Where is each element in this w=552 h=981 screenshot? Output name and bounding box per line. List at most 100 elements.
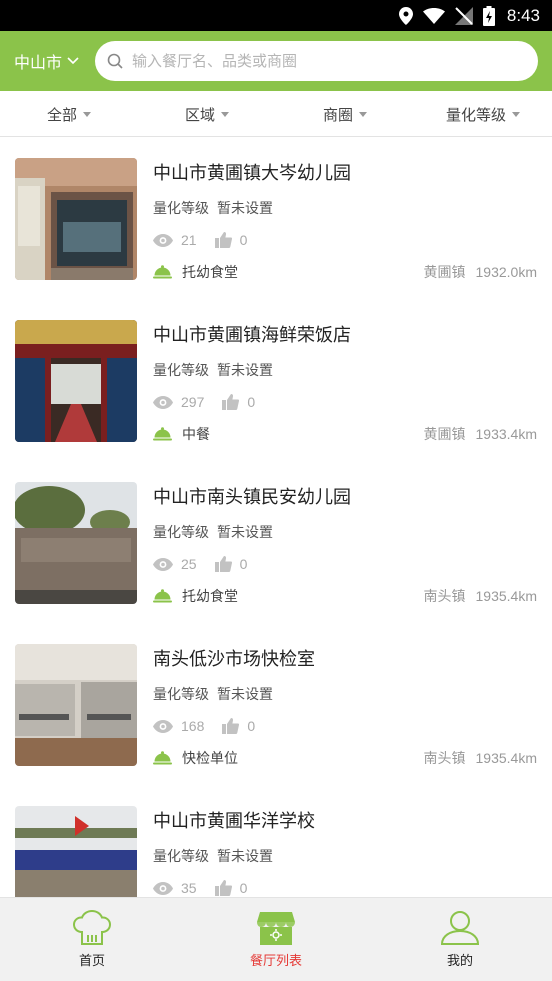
restaurant-photo [15,482,137,604]
grade-row: 量化等级 暂未设置 [153,684,273,704]
grade-value: 暂未设置 [217,201,273,217]
eye-icon [153,557,173,571]
stats-row: 168 0 [153,717,255,735]
category-row: 托幼食堂 [153,262,238,282]
restaurant-photo [15,644,137,766]
tab-label: 我的 [446,954,473,969]
restaurant-photo [15,806,137,897]
category-row: 中餐 [153,424,210,444]
cloche-icon [153,751,172,765]
like-count: 0 [247,718,256,734]
tab-profile[interactable]: 我的 [368,898,552,981]
restaurant-photo [15,320,137,442]
tab-home[interactable]: 首页 [0,898,184,981]
restaurant-name: 中山市黄圃镇大岑幼儿园 [153,163,351,184]
filter-business-district[interactable]: 商圈 [276,91,414,137]
search-input[interactable] [132,52,512,70]
search-icon [107,53,123,69]
grade-value: 暂未设置 [217,687,273,703]
cloche-icon [153,427,172,441]
battery-icon [482,5,495,26]
chevron-down-icon [67,57,79,65]
restaurant-name: 南头低沙市场快检室 [153,649,315,670]
filter-all[interactable]: 全部 [0,91,138,137]
view-count: 35 [181,880,197,896]
eye-icon [153,881,173,895]
restaurant-name: 中山市黄圃华洋学校 [153,811,315,832]
restaurant-item[interactable]: 中山市南头镇民安幼儿园 量化等级 暂未设置 25 0 托幼食堂 南头镇 1935.… [0,462,552,624]
dropdown-caret-icon [221,111,229,117]
grade-row: 量化等级 暂未设置 [153,198,273,218]
distance-label: 1932.0km [475,264,537,280]
view-count: 21 [181,232,197,248]
eye-icon [153,719,173,733]
like-count: 0 [239,556,248,572]
restaurant-list[interactable]: 中山市黄圃镇大岑幼儿园 量化等级 暂未设置 21 0 托幼食堂 黄圃镇 1932.… [0,138,552,897]
filter-label: 区域 [184,105,215,124]
restaurant-item[interactable]: 南头低沙市场快检室 量化等级 暂未设置 168 0 快检单位 南头镇 1935.4… [0,624,552,786]
restaurant-photo [15,158,137,280]
thumbs-up-icon [222,718,240,734]
restaurant-item[interactable]: 中山市黄圃华洋学校 量化等级 暂未设置 35 0 [0,786,552,897]
stats-row: 297 0 [153,393,255,411]
cloche-icon [153,589,172,603]
location-icon [398,6,413,25]
category-label: 快检单位 [182,751,238,767]
thumbs-up-icon [214,880,232,896]
location-info: 黄圃镇 1933.4km [424,424,537,444]
filter-label: 量化等级 [445,105,506,124]
dropdown-caret-icon [512,111,520,117]
wifi-icon [422,7,445,24]
grade-label: 量化等级 [153,687,209,703]
thumbs-up-icon [222,394,240,410]
eye-icon [153,395,173,409]
view-count: 25 [181,556,197,572]
town-label: 黄圃镇 [423,427,466,443]
filter-grade[interactable]: 量化等级 [414,91,552,137]
distance-label: 1935.4km [475,750,537,766]
filter-region[interactable]: 区域 [138,91,276,137]
restaurant-name: 中山市南头镇民安幼儿园 [153,487,351,508]
grade-value: 暂未设置 [217,849,273,865]
like-count: 0 [239,880,248,896]
tab-label: 首页 [78,954,105,969]
tab-restaurant-list[interactable]: 餐厅列表 [184,898,368,981]
distance-label: 1933.4km [475,426,537,442]
category-row: 托幼食堂 [153,586,238,606]
town-label: 南头镇 [423,751,466,767]
eye-icon [153,233,173,247]
grade-label: 量化等级 [153,201,209,217]
filter-bar: 全部 区域 商圈 量化等级 [0,91,552,137]
category-label: 托幼食堂 [182,265,238,281]
grade-label: 量化等级 [153,525,209,541]
thumbs-up-icon [214,232,232,248]
category-label: 托幼食堂 [182,589,238,605]
restaurant-item[interactable]: 中山市黄圃镇海鲜荣饭店 量化等级 暂未设置 297 0 中餐 黄圃镇 1933.4… [0,300,552,462]
restaurant-item[interactable]: 中山市黄圃镇大岑幼儿园 量化等级 暂未设置 21 0 托幼食堂 黄圃镇 1932.… [0,138,552,300]
search-box[interactable] [95,41,538,81]
town-label: 南头镇 [423,589,466,605]
like-count: 0 [247,394,256,410]
header-bar: 中山市 [0,31,552,91]
city-selector[interactable]: 中山市 [14,31,79,91]
location-info: 黄圃镇 1932.0km [424,262,537,282]
stats-row: 21 0 [153,231,247,249]
grade-value: 暂未设置 [217,525,273,541]
bottom-tab-bar: 首页 餐厅列表 我的 [0,897,552,981]
grade-label: 量化等级 [153,849,209,865]
stats-row: 25 0 [153,555,247,573]
grade-row: 量化等级 暂未设置 [153,360,273,380]
like-count: 0 [239,232,248,248]
grade-row: 量化等级 暂未设置 [153,846,273,866]
dropdown-caret-icon [83,111,91,117]
grade-value: 暂未设置 [217,363,273,379]
dropdown-caret-icon [359,111,367,117]
town-label: 黄圃镇 [423,265,466,281]
cloche-icon [153,265,172,279]
status-bar: 8:43 [0,0,552,31]
city-label: 中山市 [14,53,63,72]
category-label: 中餐 [182,427,210,443]
storefront-icon [257,912,295,945]
distance-label: 1935.4km [475,588,537,604]
user-icon [440,911,480,945]
